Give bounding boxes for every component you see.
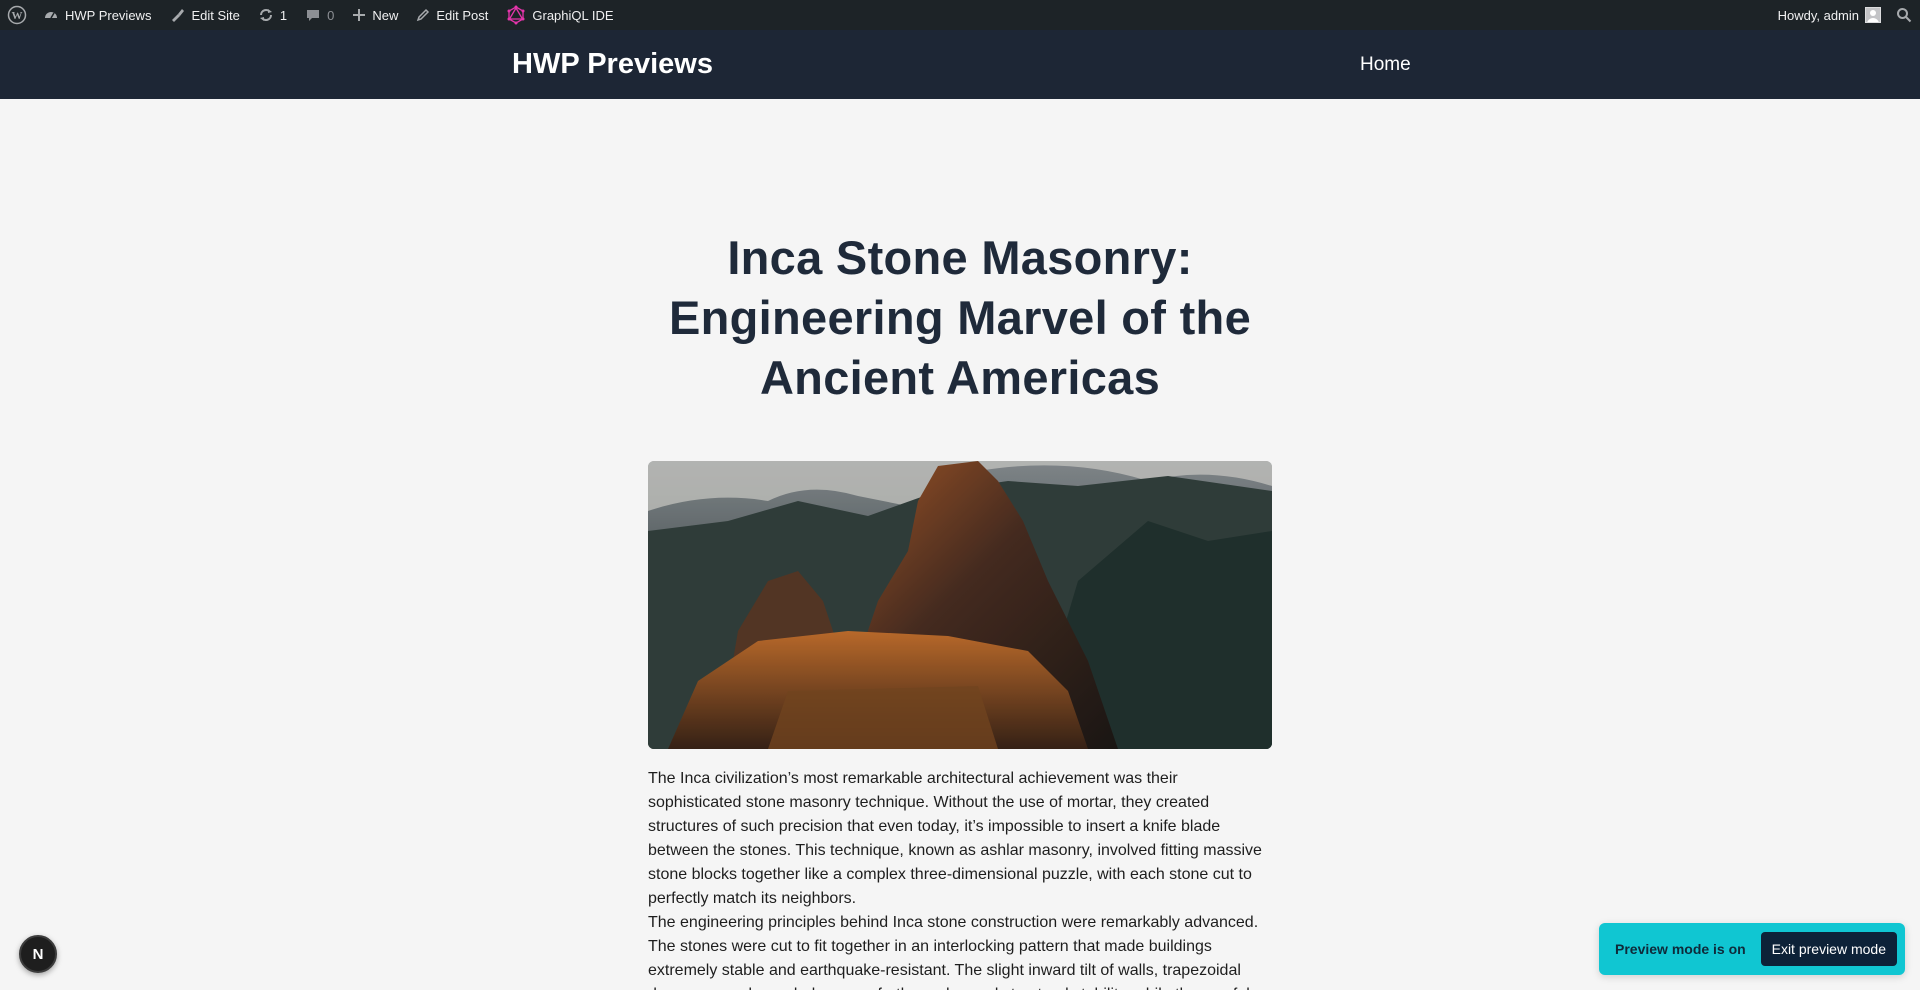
edit-post-label: Edit Post [436,7,489,23]
comments-count: 0 [327,7,335,23]
preview-mode-status: Preview mode is on [1615,941,1746,957]
comment-icon [305,7,321,23]
updates-count: 1 [279,7,288,23]
nextjs-dev-badge[interactable]: N [19,935,57,973]
admin-bar-comments[interactable]: 0 [296,0,343,30]
admin-bar-graphiql[interactable]: GraphiQL IDE [497,0,622,30]
plus-icon [352,8,366,22]
admin-bar-account[interactable]: Howdy, admin [1769,0,1890,30]
graphql-icon [506,5,526,25]
admin-bar-site-name[interactable]: HWP Previews [34,0,160,30]
nextjs-logo-icon: N [32,945,44,963]
post-paragraph: The engineering principles behind Inca s… [648,914,1259,990]
edit-site-label: Edit Site [191,7,240,23]
featured-image [648,461,1272,749]
brush-icon [169,7,185,23]
updates-icon [258,7,274,23]
admin-bar-updates[interactable]: 1 [249,0,296,30]
post-article: Inca Stone Masonry: Engineering Marvel o… [648,228,1272,990]
howdy-label: Howdy, admin [1777,7,1859,23]
admin-bar-edit-site[interactable]: Edit Site [160,0,248,30]
admin-bar-edit-post[interactable]: Edit Post [407,0,497,30]
site-header: HWP Previews Home [0,30,1920,99]
svg-text:W: W [12,10,23,22]
admin-bar-new[interactable]: New [343,0,407,30]
admin-bar-search[interactable] [1890,0,1920,30]
search-icon [1896,7,1912,23]
pencil-icon [416,8,430,22]
admin-bar: W HWP Previews Edit Site 1 0 New Edit Po… [0,0,1920,30]
preview-mode-banner: Preview mode is on Exit preview mode [1599,923,1905,975]
avatar [1865,7,1881,23]
exit-preview-button[interactable]: Exit preview mode [1760,932,1897,966]
post-paragraph: The Inca civilization’s most remarkable … [648,770,1262,907]
wordpress-logo-icon[interactable]: W [0,0,34,30]
admin-bar-site-name-label: HWP Previews [65,7,152,23]
post-content: The Inca civilization’s most remarkable … [648,767,1272,990]
post-title: Inca Stone Masonry: Engineering Marvel o… [668,231,1252,404]
nav-link-home[interactable]: Home [1360,54,1411,76]
dashboard-icon [43,7,59,23]
new-label: New [372,7,399,23]
site-title[interactable]: HWP Previews [512,48,713,81]
graphiql-label: GraphiQL IDE [532,7,614,23]
